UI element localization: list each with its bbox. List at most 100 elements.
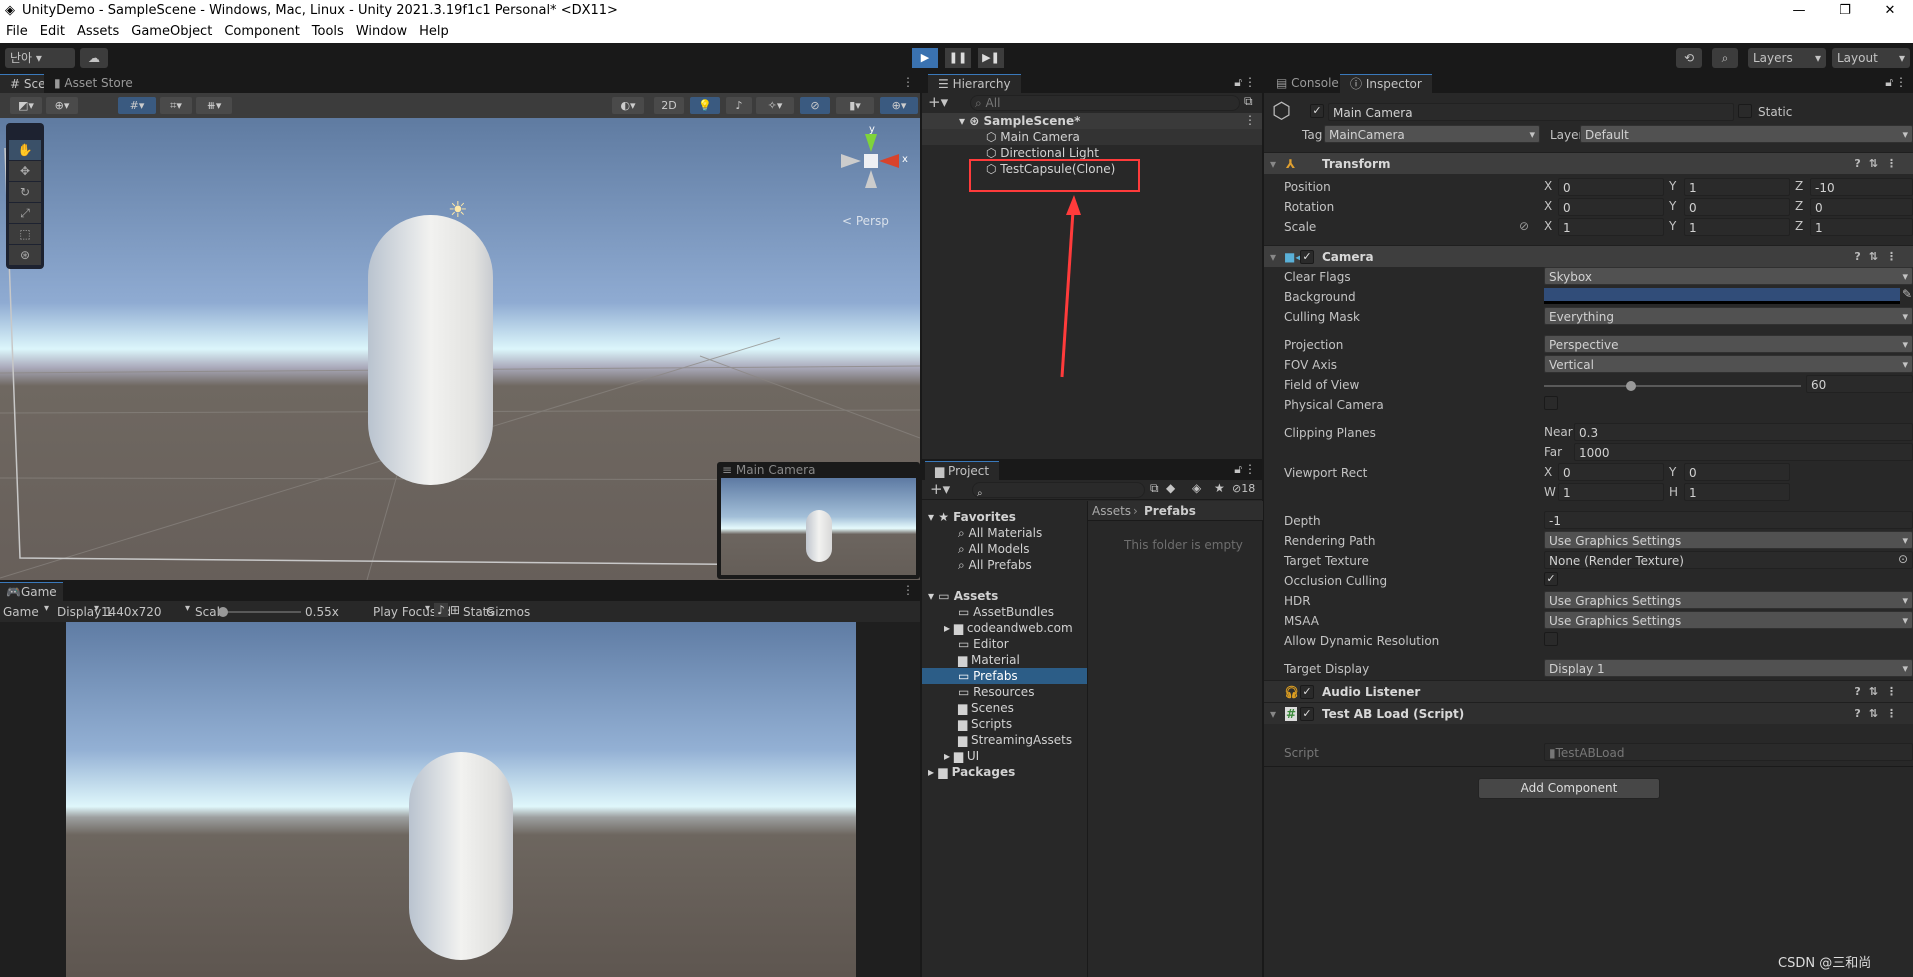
menu-component[interactable]: Component bbox=[218, 22, 305, 43]
favorites-node[interactable]: ▾ ★ Favorites bbox=[928, 509, 1016, 525]
gizmos-dropdown[interactable]: Gizmos bbox=[486, 604, 530, 620]
eyedropper-icon[interactable]: ✎ bbox=[1902, 287, 1912, 301]
target-texture-field[interactable]: None (Render Texture) bbox=[1544, 551, 1913, 569]
rect-tool-icon[interactable]: ⬚ bbox=[9, 224, 41, 244]
camera-settings-icon[interactable]: ▮▾ bbox=[836, 97, 874, 114]
folder-editor[interactable]: ▭ Editor bbox=[958, 636, 1009, 652]
viewport-w-field[interactable]: 1 bbox=[1558, 483, 1664, 501]
lock-icon[interactable]: 🔓︎ bbox=[1234, 462, 1242, 477]
hidden-objects-icon[interactable]: ⊘ bbox=[800, 97, 830, 114]
near-field[interactable]: 0.3 bbox=[1574, 423, 1913, 441]
orientation-gizmo[interactable]: y x bbox=[835, 124, 915, 194]
add-button[interactable]: +▾ bbox=[930, 480, 950, 498]
more-icon[interactable]: ⋮ bbox=[902, 583, 914, 597]
menu-window[interactable]: Window bbox=[350, 22, 413, 43]
script-component-header[interactable]: ▾ # ✓ Test AB Load (Script) ?⇅⋮ bbox=[1264, 702, 1913, 724]
fold-arrow-icon[interactable]: ▾ bbox=[1270, 703, 1276, 725]
more-icon[interactable]: ⋮ bbox=[1895, 75, 1907, 89]
resolution-dropdown[interactable]: 1440x720 bbox=[101, 604, 162, 620]
maximize-button[interactable]: ❐ bbox=[1822, 0, 1868, 22]
2d-toggle[interactable]: 2D bbox=[654, 97, 684, 114]
favorite-star-icon[interactable]: ★ bbox=[1214, 481, 1225, 495]
play-button[interactable]: ▶ bbox=[912, 48, 938, 68]
camera-enabled-checkbox[interactable]: ✓ bbox=[1300, 250, 1314, 264]
scale-x-field[interactable]: 1 bbox=[1558, 218, 1664, 236]
occlusion-culling-checkbox[interactable]: ✓ bbox=[1544, 572, 1558, 586]
game-view[interactable] bbox=[0, 622, 920, 977]
label-icon[interactable]: ◈ bbox=[1192, 481, 1201, 495]
folder-resources[interactable]: ▭ Resources bbox=[958, 684, 1034, 700]
neg-y-cone[interactable] bbox=[865, 170, 877, 188]
folder-codeandweb[interactable]: ▸ ▆ codeandweb.com bbox=[944, 620, 1073, 636]
hidden-packages-toggle[interactable]: ⊘18 bbox=[1232, 482, 1255, 495]
viewport-h-field[interactable]: 1 bbox=[1684, 483, 1790, 501]
add-component-button[interactable]: Add Component bbox=[1478, 778, 1660, 799]
active-checkbox[interactable]: ✓ bbox=[1310, 104, 1324, 118]
component-actions[interactable]: ?⇅⋮ bbox=[1854, 246, 1905, 268]
gizmos-icon[interactable]: ⊕▾ bbox=[880, 97, 918, 114]
tab-asset-store[interactable]: ▮ Asset Store bbox=[44, 74, 143, 93]
step-button[interactable]: ▶❚ bbox=[978, 48, 1004, 68]
rendering-path-dropdown[interactable]: Use Graphics Settings bbox=[1544, 531, 1913, 549]
depth-field[interactable]: -1 bbox=[1544, 511, 1913, 529]
fold-arrow-icon[interactable]: ▾ bbox=[1270, 246, 1276, 268]
layers-dropdown[interactable]: Layers ▾ bbox=[1748, 48, 1826, 68]
viewport-y-field[interactable]: 0 bbox=[1684, 463, 1790, 481]
far-field[interactable]: 1000 bbox=[1574, 443, 1913, 461]
close-button[interactable]: ✕ bbox=[1867, 0, 1913, 22]
layer-dropdown[interactable]: Default bbox=[1580, 125, 1913, 143]
layout-dropdown[interactable]: Layout ▾ bbox=[1832, 48, 1910, 68]
menu-assets[interactable]: Assets bbox=[71, 22, 125, 43]
tab-console[interactable]: ▤ Console bbox=[1266, 74, 1349, 93]
global-icon[interactable]: ⊕▾ bbox=[46, 97, 78, 114]
scene-view[interactable]: ✋ ✥ ↻ ⤢ ⬚ ⊛ ☀ y x < Persp ≡ Main Camera bbox=[0, 118, 920, 580]
increment-snap-icon[interactable]: ⧻▾ bbox=[196, 97, 232, 114]
breadcrumb-prefabs[interactable]: Prefabs bbox=[1144, 503, 1196, 519]
folder-material[interactable]: ▆ Material bbox=[958, 652, 1020, 668]
account-dropdown[interactable]: 난아 ▾ bbox=[5, 48, 75, 68]
rotation-x-field[interactable]: 0 bbox=[1558, 198, 1664, 216]
tab-game[interactable]: 🎮Game bbox=[0, 582, 63, 601]
projection-dropdown[interactable]: Perspective bbox=[1544, 335, 1913, 353]
fov-slider[interactable] bbox=[1544, 381, 1801, 391]
move-tool-icon[interactable]: ✥ bbox=[9, 161, 41, 181]
fov-slider-knob[interactable] bbox=[1626, 381, 1637, 391]
more-icon[interactable]: ⋮ bbox=[902, 75, 914, 89]
object-picker-icon[interactable]: ⊙ bbox=[1898, 552, 1908, 566]
lighting-toggle-icon[interactable]: 💡 bbox=[690, 97, 720, 114]
fov-axis-dropdown[interactable]: Vertical bbox=[1544, 355, 1913, 373]
position-x-field[interactable]: 0 bbox=[1558, 178, 1664, 196]
cloud-icon[interactable]: ☁ bbox=[80, 48, 108, 68]
fold-arrow-icon[interactable]: ▾ bbox=[1270, 153, 1276, 175]
grid-icon[interactable]: ⊞ bbox=[450, 603, 460, 617]
rotate-tool-icon[interactable]: ↻ bbox=[9, 182, 41, 202]
transform-tool-icon[interactable]: ⊛ bbox=[9, 245, 41, 265]
target-display-dropdown[interactable]: Display 1 bbox=[1544, 659, 1913, 677]
folder-scenes[interactable]: ▆ Scenes bbox=[958, 700, 1014, 716]
fav-item-all-prefabs[interactable]: ⌕ All Prefabs bbox=[958, 557, 1032, 573]
object-name-input[interactable]: Main Camera bbox=[1328, 103, 1734, 121]
script-enabled-checkbox[interactable]: ✓ bbox=[1300, 707, 1314, 721]
add-button[interactable]: +▾ bbox=[928, 93, 948, 111]
background-color-field[interactable] bbox=[1544, 288, 1900, 304]
more-icon[interactable]: ⋮ bbox=[1244, 75, 1256, 89]
pause-button[interactable]: ❚❚ bbox=[945, 48, 971, 68]
scale-tool-icon[interactable]: ⤢ bbox=[9, 203, 41, 223]
draw-mode-icon[interactable]: ◩▾ bbox=[10, 97, 42, 114]
history-icon[interactable]: ⟲ bbox=[1676, 48, 1702, 68]
position-y-field[interactable]: 1 bbox=[1684, 178, 1790, 196]
scale-slider[interactable] bbox=[218, 607, 301, 617]
more-icon[interactable]: ⋮ bbox=[1244, 462, 1256, 476]
component-actions[interactable]: ?⇅⋮ bbox=[1854, 153, 1905, 175]
filter-by-type-icon[interactable]: ◆ bbox=[1166, 481, 1188, 495]
transform-component-header[interactable]: ▾ ⅄ Transform ?⇅⋮ bbox=[1264, 152, 1913, 174]
lock-icon[interactable]: 🔓︎ bbox=[1234, 75, 1242, 90]
neg-x-cone[interactable] bbox=[841, 154, 861, 168]
scene-header-row[interactable]: ▾ ⊛ SampleScene* ⋮ bbox=[922, 113, 1262, 129]
more-icon[interactable]: ⋮ bbox=[1244, 113, 1256, 127]
rotation-y-field[interactable]: 0 bbox=[1684, 198, 1790, 216]
clear-flags-dropdown[interactable]: Skybox bbox=[1544, 267, 1913, 285]
menu-gameobject[interactable]: GameObject bbox=[125, 22, 218, 43]
audio-listener-header[interactable]: 🎧︎ ✓ Audio Listener ?⇅⋮ bbox=[1264, 680, 1913, 702]
open-window-icon[interactable]: ⧉ bbox=[1244, 94, 1253, 109]
